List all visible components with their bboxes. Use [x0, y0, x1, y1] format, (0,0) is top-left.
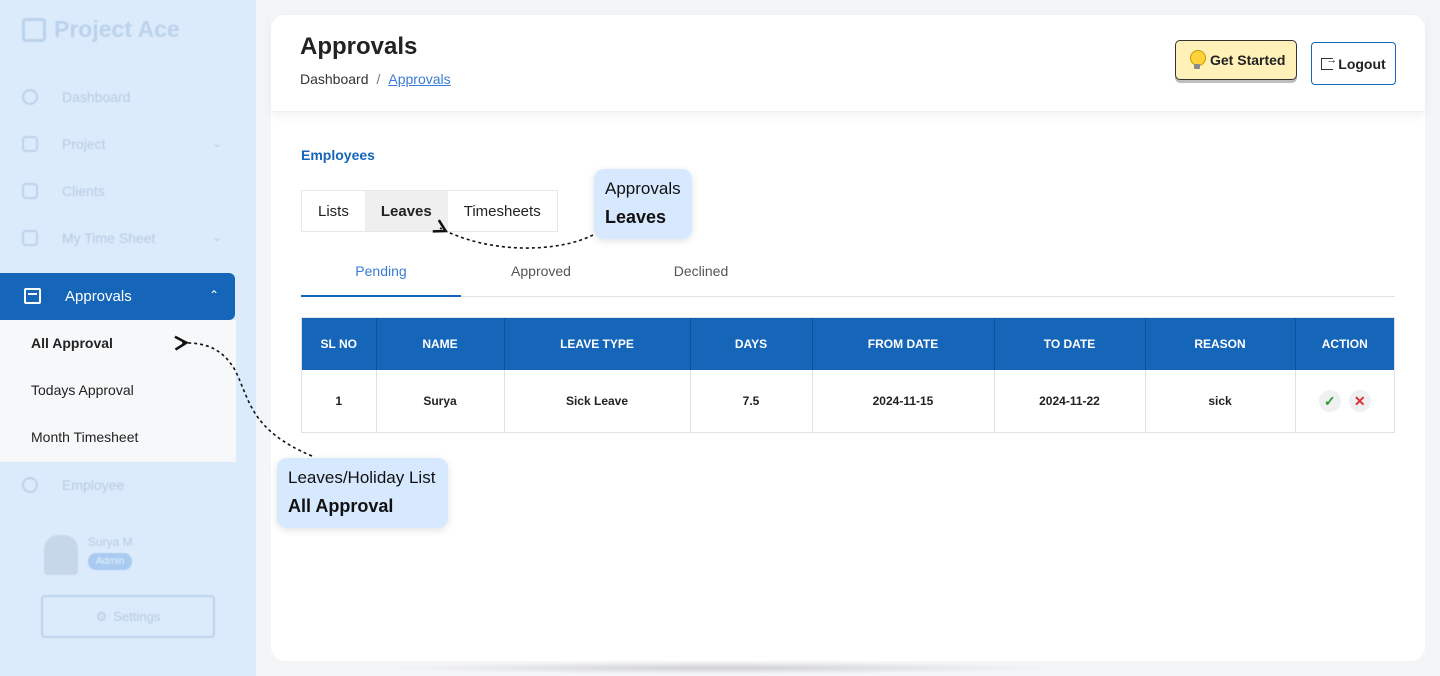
user-name: Surya M: [88, 535, 133, 549]
cell-from-date: 2024-11-15: [812, 370, 995, 432]
page-header: Approvals Dashboard / Approvals Get Starte…: [271, 15, 1425, 112]
folder-icon: [22, 136, 38, 152]
user-icon: [22, 477, 38, 493]
column-header: ACTION: [1295, 318, 1394, 370]
settings-label: Settings: [113, 609, 161, 624]
tab-lists[interactable]: Lists: [302, 191, 365, 231]
get-started-label: Get Started: [1210, 52, 1286, 68]
active-tab-indicator: [301, 295, 461, 297]
cell-days: 7.5: [690, 370, 813, 432]
section-label: Employees: [301, 147, 375, 163]
chevron-down-icon: ⌄: [211, 230, 222, 244]
breadcrumb-separator: /: [376, 71, 381, 87]
leaves-table: SL NO NAME LEAVE TYPE DAYS FROM DATE TO …: [301, 317, 1395, 433]
employee-tabs: Lists Leaves Timesheets: [301, 190, 558, 232]
cell-name: Surya: [376, 370, 505, 432]
logout-button[interactable]: Logout: [1311, 42, 1396, 85]
submenu-todays-approval[interactable]: Todays Approval: [31, 382, 134, 398]
app-name: Project Ace: [54, 16, 180, 42]
cell-reason: sick: [1145, 370, 1296, 432]
column-header: REASON: [1145, 318, 1296, 370]
breadcrumb: Dashboard / Approvals: [300, 71, 451, 87]
tab-timesheets[interactable]: Timesheets: [448, 191, 557, 231]
column-header: TO DATE: [994, 318, 1146, 370]
sidebar-item-employee[interactable]: Employee: [22, 477, 222, 493]
column-header: FROM DATE: [812, 318, 995, 370]
column-header: LEAVE TYPE: [504, 318, 691, 370]
role-badge: Admin: [88, 553, 133, 570]
logout-icon: [1321, 54, 1337, 70]
cell-action: ✓ ✕: [1295, 370, 1394, 432]
sidebar: Project Ace Dashboard Project ⌄ Clients …: [0, 0, 256, 676]
callout-line2: Leaves: [605, 207, 667, 227]
user-profile[interactable]: Surya M Admin: [44, 535, 133, 575]
table-header-row: SL NO NAME LEAVE TYPE DAYS FROM DATE TO …: [302, 318, 1394, 370]
sidebar-item-dashboard[interactable]: Dashboard: [22, 89, 222, 105]
submenu-month-timesheet[interactable]: Month Timesheet: [31, 429, 138, 445]
chevron-up-icon: ⌃: [208, 288, 219, 302]
cell-to-date: 2024-11-22: [994, 370, 1146, 432]
decline-x-icon[interactable]: ✕: [1348, 390, 1371, 412]
settings-button[interactable]: ⚙ Settings: [41, 595, 215, 638]
timesheet-icon: [22, 230, 38, 246]
sidebar-item-label: Dashboard: [62, 89, 131, 105]
callout-leaves-holiday-list: Leaves/Holiday List All Approval: [277, 458, 448, 528]
gear-icon: ⚙: [95, 608, 108, 624]
calendar-icon: [24, 288, 41, 304]
app-logo: Project Ace: [22, 16, 180, 43]
sidebar-item-approvals[interactable]: Approvals ⌃: [0, 273, 235, 320]
status-tabs: Pending Approved Declined: [301, 253, 1395, 297]
breadcrumb-dashboard[interactable]: Dashboard: [300, 71, 369, 87]
approve-check-icon[interactable]: ✓: [1318, 390, 1341, 412]
sidebar-item-clients[interactable]: Clients: [22, 183, 222, 199]
callout-line1: Approvals: [605, 179, 681, 198]
avatar: [44, 535, 78, 575]
tab-leaves[interactable]: Leaves: [364, 191, 448, 231]
subtab-pending[interactable]: Pending: [301, 263, 461, 279]
get-started-button[interactable]: Get Started: [1175, 40, 1297, 80]
column-header: DAYS: [690, 318, 813, 370]
cell-leave-type: Sick Leave: [504, 370, 691, 432]
bottom-shadow: [380, 662, 1060, 674]
subtab-approved[interactable]: Approved: [461, 263, 621, 279]
chevron-down-icon: ⌄: [211, 136, 222, 150]
sidebar-item-label: Employee: [62, 477, 125, 493]
page-title: Approvals: [300, 33, 418, 60]
sidebar-item-project[interactable]: Project ⌄: [22, 136, 222, 152]
cell-sl-no: 1: [302, 370, 377, 432]
approvals-submenu: All Approval Todays Approval Month Times…: [0, 320, 236, 462]
callout-line1: Leaves/Holiday List: [288, 468, 436, 487]
table-row: 1 Surya Sick Leave 7.5 2024-11-15 2024-1…: [302, 370, 1394, 432]
sidebar-item-my-time-sheet[interactable]: My Time Sheet ⌄: [22, 230, 222, 246]
logout-label: Logout: [1338, 55, 1386, 72]
column-header: SL NO: [302, 318, 377, 370]
submenu-all-approval[interactable]: All Approval: [31, 335, 113, 351]
dashboard-icon: [22, 89, 38, 105]
callout-line2: All Approval: [288, 496, 394, 516]
sidebar-item-label: Clients: [62, 183, 105, 199]
lightbulb-icon: [1190, 50, 1206, 70]
sidebar-item-label: My Time Sheet: [62, 230, 156, 246]
sidebar-item-label: Approvals: [65, 288, 132, 305]
clients-icon: [22, 183, 38, 199]
column-header: NAME: [376, 318, 505, 370]
sidebar-item-label: Project: [62, 136, 106, 152]
logo-icon: [22, 17, 46, 42]
subtab-declined[interactable]: Declined: [621, 263, 781, 279]
main-panel: Approvals Dashboard / Approvals Get Starte…: [271, 15, 1425, 661]
callout-approvals-leaves: Approvals Leaves: [594, 169, 692, 239]
breadcrumb-approvals[interactable]: Approvals: [388, 71, 450, 87]
